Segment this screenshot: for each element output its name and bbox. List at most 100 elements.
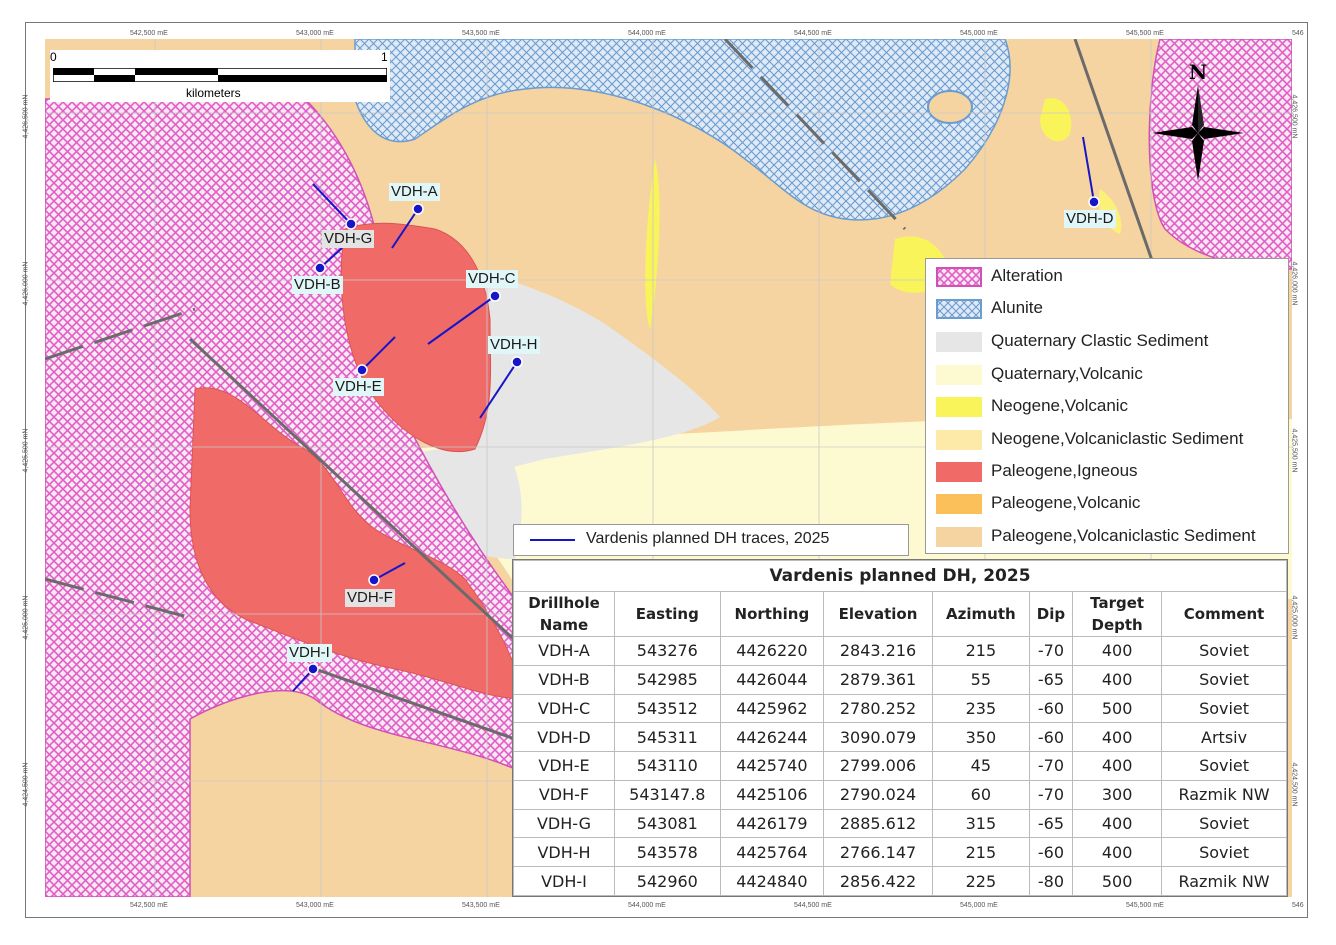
table-cell: Soviet [1161,693,1287,724]
table-cell: VDH-A [513,636,615,666]
table-cell: 400 [1072,722,1163,753]
legend-label: Alunite [991,298,1043,317]
table-cell: VDH-G [513,808,615,839]
table-cell: Soviet [1161,664,1287,695]
legend-label: Alteration [991,266,1063,285]
north-label: N [1189,63,1207,84]
table-cell: 2799.006 [823,751,933,781]
table-header-cell: Target Depth [1072,591,1163,637]
table-cell: 2790.024 [823,779,933,810]
drillhole-label-vdh-e[interactable]: VDH-E [333,378,384,396]
grid-tick-left: 4,424,500 mN [22,762,30,807]
drillhole-label-vdh-a[interactable]: VDH-A [389,183,440,201]
legend-item-paleogene-volcaniclastic: Paleogene,Volcaniclastic Sediment [934,523,1284,549]
grid-tick-left: 4,425,000 mN [22,595,30,640]
legend-swatch [936,332,982,352]
scale-bar-unit: kilometers [186,86,241,100]
table-cell: 542985 [614,664,721,695]
grid-tick-bottom: 546 [1292,902,1304,909]
drillhole-table: Vardenis planned DH, 2025 Drillhole Name… [512,559,1288,897]
legend-item-paleogene-volcanic: Paleogene,Volcanic [934,490,1284,516]
table-cell: 500 [1072,866,1163,896]
table-cell: VDH-B [513,664,615,695]
table-row: VDH-A 543276 4426220 2843.216 215 -70 400 Sovie… [513,636,1287,666]
table-title: Vardenis planned DH, 2025 [513,560,1287,592]
grid-tick-top: 544,500 mE [794,30,832,37]
table-cell: 60 [931,779,1030,810]
table-header-cell: Northing [719,591,825,637]
table-cell: 543147.8 [614,779,721,810]
drillhole-label-vdh-i[interactable]: VDH-I [287,644,332,662]
table-cell: Soviet [1161,636,1287,666]
legend-item-quaternary-volcanic: Quaternary,Volcanic [934,361,1284,387]
legend-swatch [936,267,982,287]
legend-item-quaternary-clastic: Quaternary Clastic Sediment [934,328,1284,354]
grid-tick-left: 4,426,500 mN [22,94,30,139]
drillhole-label-vdh-c[interactable]: VDH-C [466,270,518,288]
table-cell: 4426044 [719,664,825,695]
drillhole-label-vdh-b[interactable]: VDH-B [292,276,343,294]
table-cell: 2780.252 [823,693,933,724]
table-cell: -70 [1028,751,1074,781]
table-cell: VDH-D [513,722,615,753]
table-cell: 545311 [614,722,721,753]
legend-swatch [936,397,982,417]
legend-swatch [936,430,982,450]
scale-bar-graphic [53,68,387,82]
table-cell: VDH-E [513,751,615,781]
drillhole-label-vdh-f[interactable]: VDH-F [345,589,395,607]
legend-item-neogene-volcanic: Neogene,Volcanic [934,393,1284,419]
table-header-cell: Easting [614,591,721,637]
alunite-inner-area [927,90,973,124]
table-cell: 300 [1072,779,1163,810]
table-cell: 3090.079 [823,722,933,753]
table-cell: VDH-I [513,866,615,896]
table-cell: VDH-C [513,693,615,724]
table-cell: -65 [1028,808,1074,839]
trace-legend-label: Vardenis planned DH traces, 2025 [586,530,830,547]
table-cell: 215 [931,837,1030,868]
table-header-cell: Elevation [823,591,933,637]
drillhole-label-vdh-h[interactable]: VDH-H [488,336,540,354]
table-cell: -60 [1028,693,1074,724]
grid-tick-left: 4,425,500 mN [22,428,30,473]
table-row: VDH-H 543578 4425764 2766.147 215 -60 400 Sovie… [513,837,1287,868]
table-cell: -60 [1028,837,1074,868]
table-cell: 543110 [614,751,721,781]
legend-item-alunite: Alunite [934,295,1284,321]
table-cell: 2856.422 [823,866,933,896]
grid-tick-bottom: 545,500 mE [1126,902,1164,909]
scale-bar-end: 1 [381,50,388,64]
legend-swatch [936,527,982,547]
table-cell: 543512 [614,693,721,724]
table-cell: 2879.361 [823,664,933,695]
legend-swatch [936,462,982,482]
table-cell: 500 [1072,693,1163,724]
table-row: VDH-F 543147.8 4425106 2790.024 60 -70 300 Razm… [513,779,1287,810]
table-cell: Razmik NW [1161,866,1287,896]
drillhole-label-vdh-g[interactable]: VDH-G [322,230,375,248]
scale-bar-start: 0 [50,50,57,64]
legend-swatch [936,299,982,319]
table-cell: 400 [1072,664,1163,695]
table-cell: Razmik NW [1161,779,1287,810]
grid-tick-top: 546 [1292,30,1304,37]
map-legend: Alteration Alunite Quaternary Clastic Se… [925,258,1289,554]
grid-tick-top: 544,000 mE [628,30,666,37]
table-cell: Soviet [1161,808,1287,839]
table-cell: 4426220 [719,636,825,666]
table-cell: 2885.612 [823,808,933,839]
table-row: VDH-E 543110 4425740 2799.006 45 -70 400 Soviet [513,751,1287,781]
table-cell: -60 [1028,722,1074,753]
table-cell: 4424840 [719,866,825,896]
table-cell: 4425106 [719,779,825,810]
legend-label: Paleogene,Volcanic [991,493,1141,512]
table-cell: 215 [931,636,1030,666]
grid-tick-top: 542,500 mE [130,30,168,37]
grid-tick-top: 545,000 mE [960,30,998,37]
table-header-cell: Comment [1161,591,1287,637]
legend-label: Neogene,Volcaniclastic Sediment [991,429,1244,448]
drillhole-label-vdh-d[interactable]: VDH-D [1064,210,1116,228]
table-cell: 315 [931,808,1030,839]
table-cell: -65 [1028,664,1074,695]
